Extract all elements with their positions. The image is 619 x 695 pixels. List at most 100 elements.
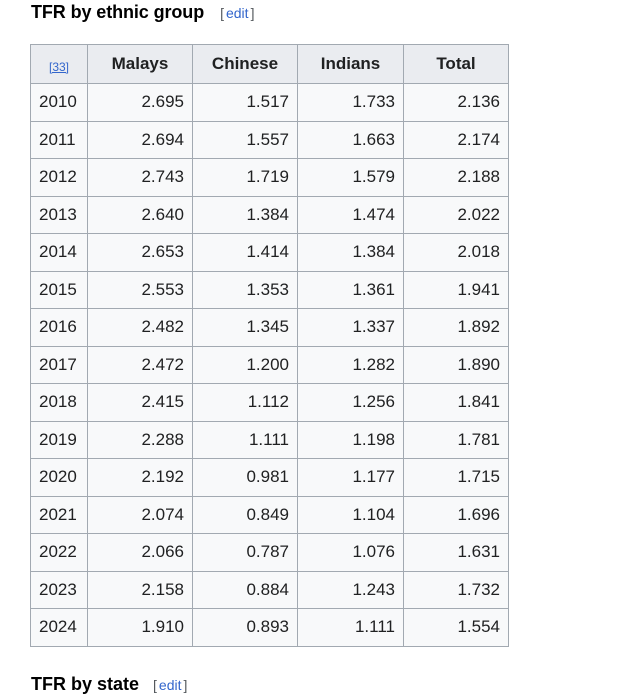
malays-cell: 2.472 [87, 345, 193, 384]
table-row: 2019 2.288 1.111 1.198 1.781 [30, 420, 509, 459]
year-cell: 2016 [30, 308, 88, 347]
table-row: 2010 2.695 1.517 1.733 2.136 [30, 83, 509, 122]
total-cell: 1.841 [403, 383, 509, 422]
chinese-cell: 1.384 [192, 195, 298, 234]
year-cell: 2011 [30, 120, 88, 159]
edit-link[interactable]: edit [226, 5, 249, 21]
total-cell: 1.631 [403, 533, 509, 572]
indians-cell: 1.337 [297, 308, 404, 347]
indians-cell: 1.663 [297, 120, 404, 159]
malays-cell: 2.640 [87, 195, 193, 234]
year-cell: 2022 [30, 533, 88, 572]
edit-section: [edit] [220, 5, 254, 21]
indians-cell: 1.111 [297, 608, 404, 647]
next-edit-link[interactable]: edit [159, 677, 182, 693]
chinese-cell: 0.787 [192, 533, 298, 572]
total-cell: 1.554 [403, 608, 509, 647]
table-body: 2010 2.695 1.517 1.733 2.136 2011 2.694 1.557 1.… [30, 83, 509, 647]
total-cell: 2.136 [403, 83, 509, 122]
malays-cell: 2.192 [87, 458, 193, 497]
total-cell: 2.022 [403, 195, 509, 234]
next-edit-bracket-open: [ [153, 677, 157, 693]
table-row: 2013 2.640 1.384 1.474 2.022 [30, 195, 509, 234]
malays-cell: 2.482 [87, 308, 193, 347]
chinese-cell: 0.884 [192, 570, 298, 609]
table-row: 2017 2.472 1.200 1.282 1.890 [30, 345, 509, 384]
total-cell: 2.018 [403, 233, 509, 272]
table-row: 2021 2.074 0.849 1.104 1.696 [30, 495, 509, 534]
next-section-title: TFR by state [31, 674, 140, 694]
chinese-cell: 1.719 [192, 158, 298, 197]
malays-cell: 1.910 [87, 608, 193, 647]
table-row: 2020 2.192 0.981 1.177 1.715 [30, 458, 509, 497]
year-cell: 2019 [30, 420, 88, 459]
edit-bracket-open: [ [220, 5, 224, 21]
malays-cell: 2.074 [87, 495, 193, 534]
header-ref-cell: [33] [30, 44, 88, 84]
indians-cell: 1.474 [297, 195, 404, 234]
table-header-row: [33] Malays Chinese Indians Total [30, 44, 509, 84]
malays-cell: 2.695 [87, 83, 193, 122]
chinese-cell: 1.345 [192, 308, 298, 347]
table-row: 2014 2.653 1.414 1.384 2.018 [30, 233, 509, 272]
header-indians: Indians [297, 44, 404, 84]
year-cell: 2020 [30, 458, 88, 497]
chinese-cell: 1.353 [192, 270, 298, 309]
table-row: 2011 2.694 1.557 1.663 2.174 [30, 120, 509, 159]
malays-cell: 2.415 [87, 383, 193, 422]
year-cell: 2012 [30, 158, 88, 197]
total-cell: 1.715 [403, 458, 509, 497]
indians-cell: 1.256 [297, 383, 404, 422]
chinese-cell: 0.893 [192, 608, 298, 647]
year-cell: 2017 [30, 345, 88, 384]
indians-cell: 1.282 [297, 345, 404, 384]
chinese-cell: 1.112 [192, 383, 298, 422]
table-row: 2023 2.158 0.884 1.243 1.732 [30, 570, 509, 609]
table-row: 2016 2.482 1.345 1.337 1.892 [30, 308, 509, 347]
indians-cell: 1.076 [297, 533, 404, 572]
header-total: Total [403, 44, 509, 84]
chinese-cell: 0.849 [192, 495, 298, 534]
header-malays: Malays [87, 44, 193, 84]
next-section-heading: TFR by state [edit] [31, 674, 187, 695]
table-row: 2018 2.415 1.112 1.256 1.841 [30, 383, 509, 422]
citation-link[interactable]: [33] [49, 60, 69, 74]
year-cell: 2015 [30, 270, 88, 309]
malays-cell: 2.066 [87, 533, 193, 572]
year-cell: 2010 [30, 83, 88, 122]
next-edit-section: [edit] [153, 677, 187, 693]
section-title: TFR by ethnic group [31, 2, 205, 22]
header-chinese: Chinese [192, 44, 298, 84]
chinese-cell: 1.111 [192, 420, 298, 459]
edit-bracket-close: ] [250, 5, 255, 21]
indians-cell: 1.243 [297, 570, 404, 609]
malays-cell: 2.158 [87, 570, 193, 609]
total-cell: 2.174 [403, 120, 509, 159]
year-cell: 2013 [30, 195, 88, 234]
table-row: 2022 2.066 0.787 1.076 1.631 [30, 533, 509, 572]
chinese-cell: 1.517 [192, 83, 298, 122]
total-cell: 1.941 [403, 270, 509, 309]
total-cell: 1.890 [403, 345, 509, 384]
indians-cell: 1.361 [297, 270, 404, 309]
malays-cell: 2.743 [87, 158, 193, 197]
total-cell: 2.188 [403, 158, 509, 197]
chinese-cell: 0.981 [192, 458, 298, 497]
tfr-table: [33] Malays Chinese Indians Total 2010 2.… [30, 44, 509, 647]
indians-cell: 1.579 [297, 158, 404, 197]
year-cell: 2021 [30, 495, 88, 534]
total-cell: 1.732 [403, 570, 509, 609]
year-cell: 2023 [30, 570, 88, 609]
total-cell: 1.781 [403, 420, 509, 459]
indians-cell: 1.198 [297, 420, 404, 459]
table-row: 2015 2.553 1.353 1.361 1.941 [30, 270, 509, 309]
total-cell: 1.696 [403, 495, 509, 534]
malays-cell: 2.553 [87, 270, 193, 309]
year-cell: 2018 [30, 383, 88, 422]
year-cell: 2014 [30, 233, 88, 272]
malays-cell: 2.694 [87, 120, 193, 159]
indians-cell: 1.733 [297, 83, 404, 122]
indians-cell: 1.104 [297, 495, 404, 534]
table-row: 2024 1.910 0.893 1.111 1.554 [30, 608, 509, 647]
table-row: 2012 2.743 1.719 1.579 2.188 [30, 158, 509, 197]
